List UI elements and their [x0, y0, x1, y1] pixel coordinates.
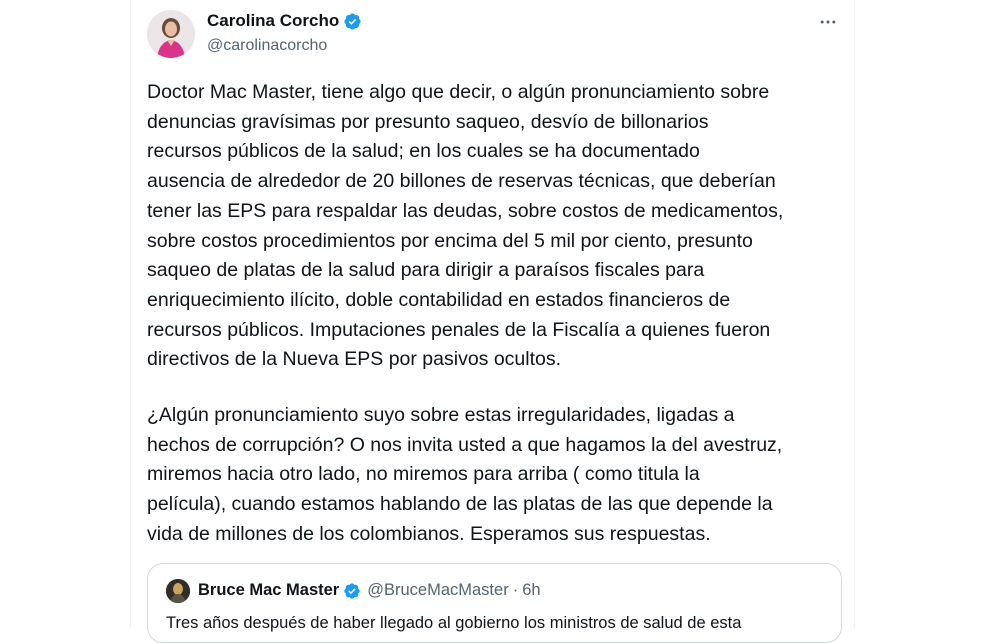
quoted-author-name: Bruce Mac Master — [198, 581, 340, 599]
quoted-verified-badge-icon — [344, 582, 360, 599]
author-handle[interactable]: @carolinacorcho — [207, 37, 327, 55]
quoted-avatar-image — [166, 579, 190, 603]
quoted-author-avatar — [166, 579, 190, 603]
author-display-name[interactable]: Carolina Corcho — [207, 11, 339, 31]
quoted-tweet-text: Tres años después de haber llegado al go… — [166, 614, 742, 632]
tweet-card[interactable]: Carolina Corcho @carolinacorcho Doctor M… — [130, 0, 855, 643]
author-avatar[interactable] — [147, 10, 195, 58]
tweet-text-paragraph-2: ¿Algún pronunciamiento suyo sobre estas … — [147, 404, 783, 545]
quoted-tweet-header: Bruce Mac Master @BruceMacMaster · 6h — [198, 581, 541, 600]
quoted-timestamp: 6h — [522, 581, 541, 599]
verified-badge-icon — [344, 12, 361, 30]
author-avatar-image — [147, 10, 195, 58]
more-options-icon — [820, 20, 836, 24]
more-options-button[interactable] — [816, 10, 840, 34]
quoted-tweet[interactable]: Bruce Mac Master @BruceMacMaster · 6h Tr… — [147, 563, 842, 643]
tweet-text-paragraph-1: Doctor Mac Master, tiene algo que decir,… — [147, 81, 784, 371]
quoted-separator: · — [512, 581, 519, 599]
author-name-row: Carolina Corcho — [207, 11, 362, 31]
quoted-author-handle: @BruceMacMaster — [367, 581, 509, 599]
